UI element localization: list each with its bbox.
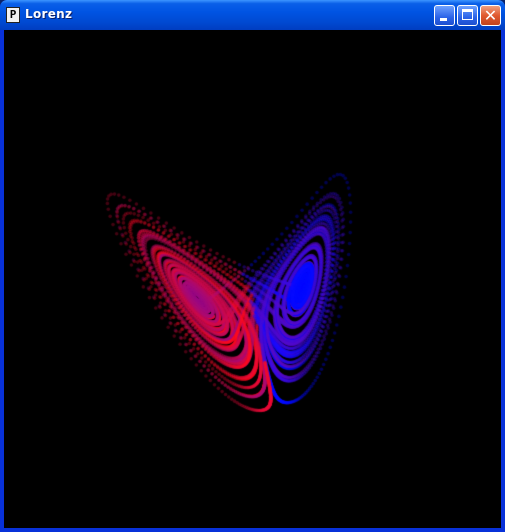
processing-app-icon[interactable]: P — [6, 7, 20, 23]
sketch-canvas-area[interactable] — [4, 30, 501, 528]
maximize-icon — [462, 9, 473, 20]
close-icon: ✕ — [483, 6, 498, 25]
lorenz-attractor-canvas[interactable] — [4, 30, 501, 528]
maximize-button[interactable] — [457, 5, 478, 26]
window-bottom-border — [0, 528, 505, 532]
title-bar[interactable]: P Lorenz ✕ — [0, 0, 505, 30]
window-title: Lorenz — [25, 7, 73, 21]
close-button[interactable]: ✕ — [480, 5, 501, 26]
minimize-icon — [440, 18, 447, 21]
minimize-button[interactable] — [434, 5, 455, 26]
app-window: P Lorenz ✕ — [0, 0, 505, 532]
